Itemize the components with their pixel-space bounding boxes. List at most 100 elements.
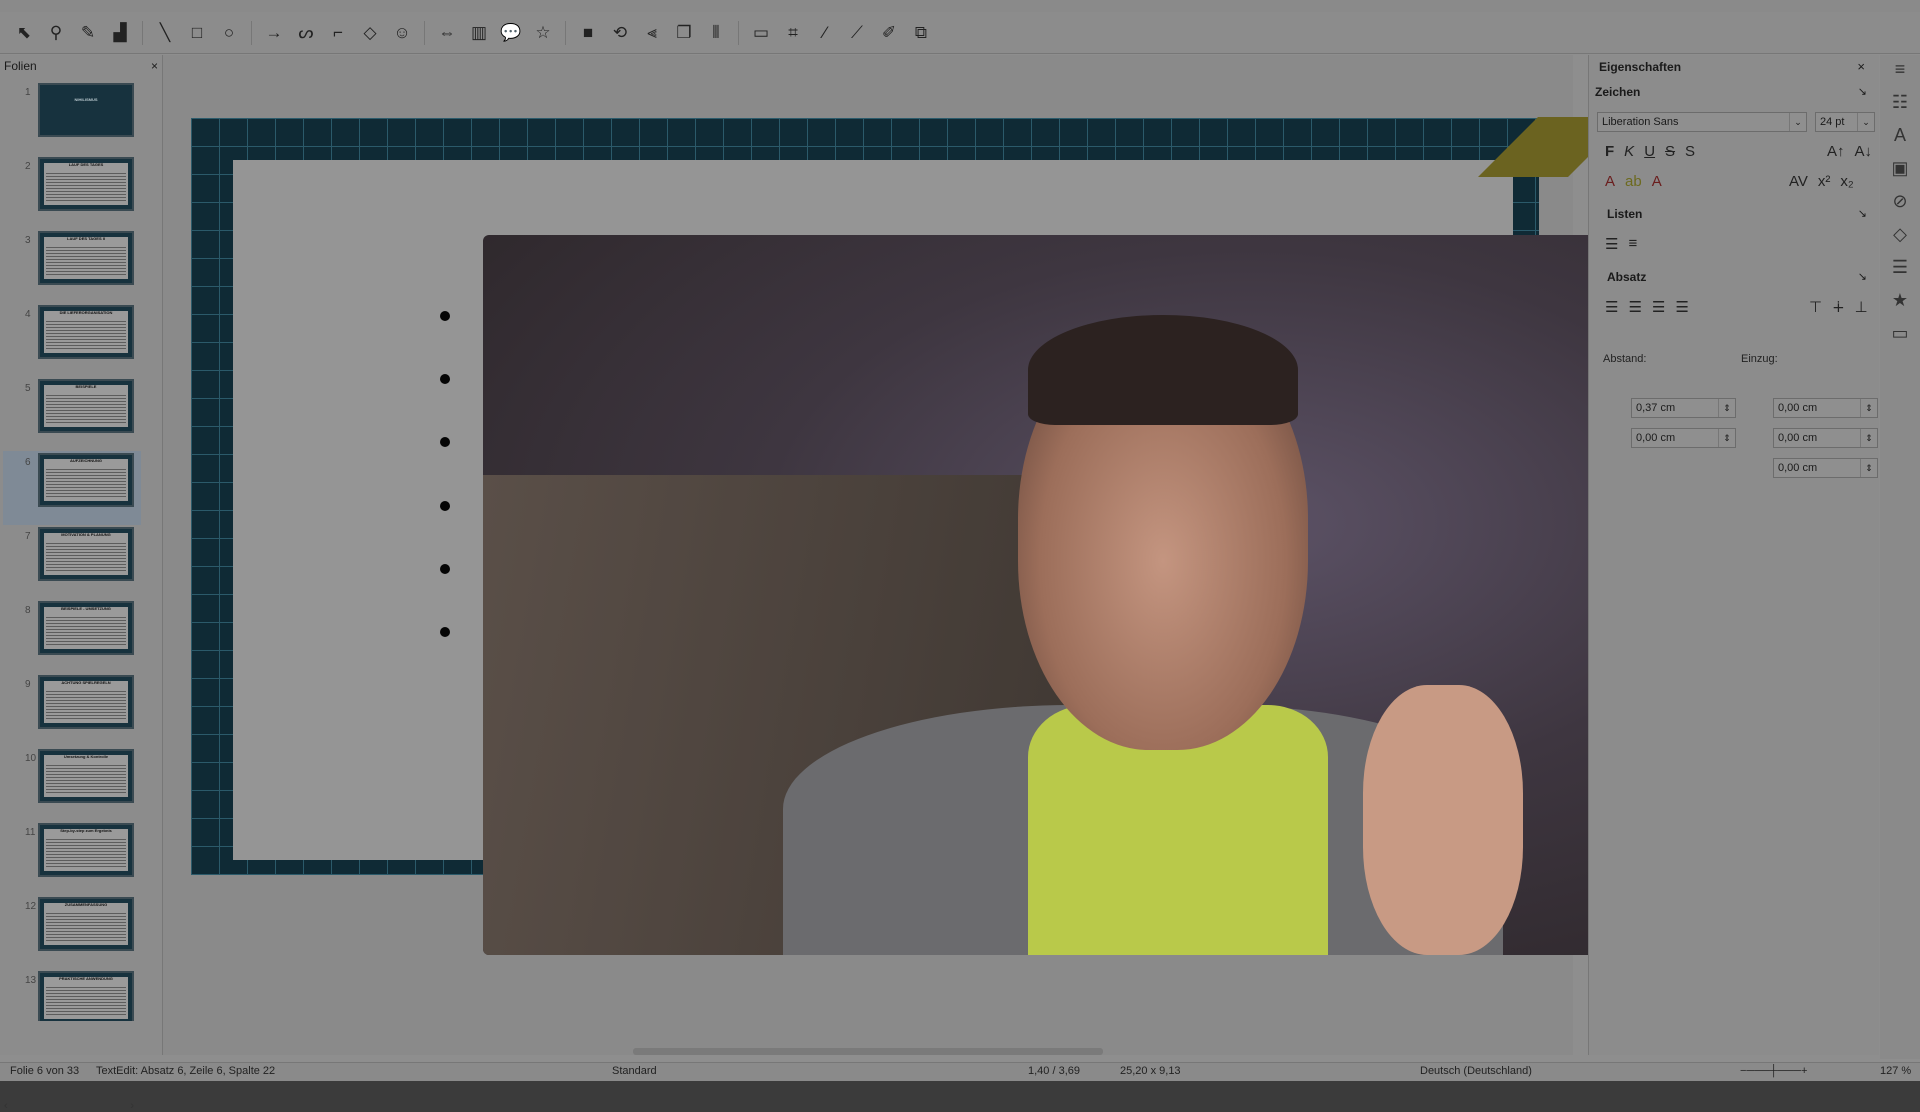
subscript-button[interactable]: x₂	[1840, 173, 1853, 190]
gallery-icon[interactable]: ▣	[1891, 158, 1908, 179]
align-icon[interactable]: ⫷	[638, 19, 666, 47]
symbol-shapes-icon[interactable]: ☺	[388, 19, 416, 47]
first-line-indent-field[interactable]: 0,00 cm ⇕	[1773, 458, 1878, 478]
connector-icon[interactable]: ⌐	[324, 19, 352, 47]
toggle-extrusion-icon[interactable]: ⧉	[907, 19, 935, 47]
section-zeichen[interactable]: Zeichen ↘	[1595, 85, 1867, 99]
character-spacing-button[interactable]: AV	[1789, 173, 1808, 190]
more-options-icon[interactable]: ↘	[1858, 85, 1867, 98]
slide-number: 6	[25, 457, 31, 468]
slide-thumbnail[interactable]: 11 Step-by-step zum Ergebnis	[3, 821, 141, 895]
block-arrows-icon[interactable]: ⇔	[433, 19, 461, 47]
align-middle-icon[interactable]: ∔	[1832, 298, 1845, 316]
slides-pane: Folien × 1 NIHILISMUS 2 LAUF DES TAGES 3 LAUF…	[0, 55, 163, 1112]
filter-icon[interactable]: ⁄	[811, 19, 839, 47]
shadow-icon[interactable]: ▭	[747, 19, 775, 47]
slides-pane-vertical-scrollbar[interactable]	[146, 81, 156, 1031]
master-slides-icon[interactable]: ▭	[1891, 323, 1908, 344]
align-left-icon[interactable]: ☰	[1605, 298, 1618, 316]
underline-button[interactable]: U	[1644, 143, 1655, 160]
slide-transition-icon[interactable]: ☰	[1892, 257, 1908, 278]
rotate-icon[interactable]: ⟲	[606, 19, 634, 47]
crop-icon[interactable]: ⌗	[779, 19, 807, 47]
slide-thumbnail[interactable]: 9 ACHTUNG SPIELREGELN	[3, 673, 141, 747]
more-options-icon[interactable]: ↘	[1858, 207, 1867, 220]
shapes-icon[interactable]: ◇	[1893, 224, 1907, 245]
language-status[interactable]: Deutsch (Deutschland)	[1420, 1065, 1532, 1077]
font-size-combobox[interactable]: 24 pt ⌄	[1815, 112, 1875, 132]
properties-icon[interactable]: ☷	[1892, 92, 1908, 113]
spacing-above-field[interactable]: 0,37 cm ⇕	[1631, 398, 1736, 418]
unordered-list-icon[interactable]: ☰	[1605, 235, 1618, 253]
align-right-icon[interactable]: ☰	[1652, 298, 1665, 316]
navigator-icon[interactable]: ⊘	[1892, 191, 1907, 212]
sidebar-close-icon[interactable]: ×	[1857, 59, 1865, 74]
flowchart-icon[interactable]: ▥	[465, 19, 493, 47]
slide-thumbnail[interactable]: 2 LAUF DES TAGES	[3, 155, 141, 229]
zoom-pan-icon[interactable]: ⚲	[42, 19, 70, 47]
styles-icon[interactable]: A	[1894, 125, 1906, 146]
highlight-color-button[interactable]: ab	[1625, 173, 1642, 190]
superscript-button[interactable]: x²	[1818, 173, 1831, 190]
strikethrough-button[interactable]: S	[1665, 143, 1675, 160]
line-icon[interactable]: ╲	[151, 19, 179, 47]
shrink-font-button[interactable]: A↓	[1855, 143, 1873, 160]
section-listen[interactable]: Listen ↘	[1607, 207, 1867, 221]
star-icon[interactable]: ☆	[529, 19, 557, 47]
align-center-icon[interactable]: ☰	[1628, 298, 1641, 316]
slide-thumbnail[interactable]: 6 AUFZEICHNUNG	[3, 451, 141, 525]
slide-preview: DIE LIEFERORGANISATION	[38, 305, 134, 359]
slide-thumbnail[interactable]: 12 ZUSAMMENFASSUNG	[3, 895, 141, 969]
slide-thumbnail[interactable]: 7 MOTIVATION & PLANUNG	[3, 525, 141, 599]
chevron-down-icon[interactable]: ⌄	[1857, 113, 1874, 131]
section-absatz[interactable]: Absatz ↘	[1607, 270, 1867, 284]
slide-thumbnail[interactable]: 13 PRAKTISCHE ANWENDUNG	[3, 969, 141, 1021]
indent-before-field[interactable]: 0,00 cm ⇕	[1773, 398, 1878, 418]
slide-thumbnail[interactable]: 5 BEISPIELE	[3, 377, 141, 451]
slide-thumbnail[interactable]: 1 NIHILISMUS	[3, 81, 141, 155]
slide-number: 2	[25, 161, 31, 172]
rectangle-icon[interactable]: □	[183, 19, 211, 47]
zoom-slider[interactable]: −───┼───+	[1740, 1065, 1807, 1077]
animation-icon[interactable]: ★	[1892, 290, 1908, 311]
toolbar-separator	[251, 20, 252, 45]
ellipse-icon[interactable]: ○	[215, 19, 243, 47]
slides-pane-horizontal-scrollbar[interactable]: ‹ ›	[4, 1100, 134, 1112]
bold-button[interactable]: F	[1605, 143, 1614, 160]
slide-thumbnail[interactable]: 3 LAUF DES TAGES II	[3, 229, 141, 303]
shadow-button[interactable]: S	[1685, 143, 1695, 160]
glue-points-icon[interactable]: ✐	[875, 19, 903, 47]
edit-area-horizontal-scrollbar[interactable]	[163, 1045, 1573, 1057]
slide-thumbnail[interactable]: 8 BEISPIELE - UMSETZUNG	[3, 599, 141, 673]
arrange-icon[interactable]: ❐	[670, 19, 698, 47]
grow-font-button[interactable]: A↑	[1827, 143, 1845, 160]
basic-shapes-icon[interactable]: ◇	[356, 19, 384, 47]
sidebar-menu-icon[interactable]: ≡	[1895, 59, 1906, 80]
justify-icon[interactable]: ☰	[1675, 298, 1688, 316]
italic-button[interactable]: K	[1624, 143, 1634, 160]
ordered-list-icon[interactable]: ≡	[1628, 235, 1637, 253]
align-bottom-icon[interactable]: ⊥	[1855, 298, 1868, 316]
master-layout[interactable]: Standard	[612, 1065, 657, 1077]
distribute-icon[interactable]: ⫴	[702, 19, 730, 47]
indent-after-field[interactable]: 0,00 cm ⇕	[1773, 428, 1878, 448]
zoom-level[interactable]: 127 %	[1880, 1065, 1911, 1077]
slide-thumbnail[interactable]: 4 DIE LIEFERORGANISATION	[3, 303, 141, 377]
slide-thumbnail[interactable]: 10 Umsetzung & Kontrolle	[3, 747, 141, 821]
select-icon[interactable]: ⬉	[10, 19, 38, 47]
arrow-line-icon[interactable]: →	[260, 19, 288, 47]
spacing-below-field[interactable]: 0,00 cm ⇕	[1631, 428, 1736, 448]
fill-color-icon[interactable]: ▟	[106, 19, 134, 47]
clear-formatting-button[interactable]: A	[1652, 173, 1662, 190]
slides-pane-close-icon[interactable]: ×	[151, 59, 158, 73]
3d-object-icon[interactable]: ■	[574, 19, 602, 47]
font-color-button[interactable]: A	[1605, 173, 1615, 190]
font-name-combobox[interactable]: Liberation Sans ⌄	[1597, 112, 1807, 132]
points-icon[interactable]: ⟋	[843, 19, 871, 47]
callout-icon[interactable]: 💬	[497, 19, 525, 47]
align-top-icon[interactable]: ⊤	[1809, 298, 1822, 316]
curve-icon[interactable]: ᔕ	[292, 19, 320, 47]
more-options-icon[interactable]: ↘	[1858, 270, 1867, 283]
line-color-icon[interactable]: ✎	[74, 19, 102, 47]
chevron-down-icon[interactable]: ⌄	[1789, 113, 1806, 131]
